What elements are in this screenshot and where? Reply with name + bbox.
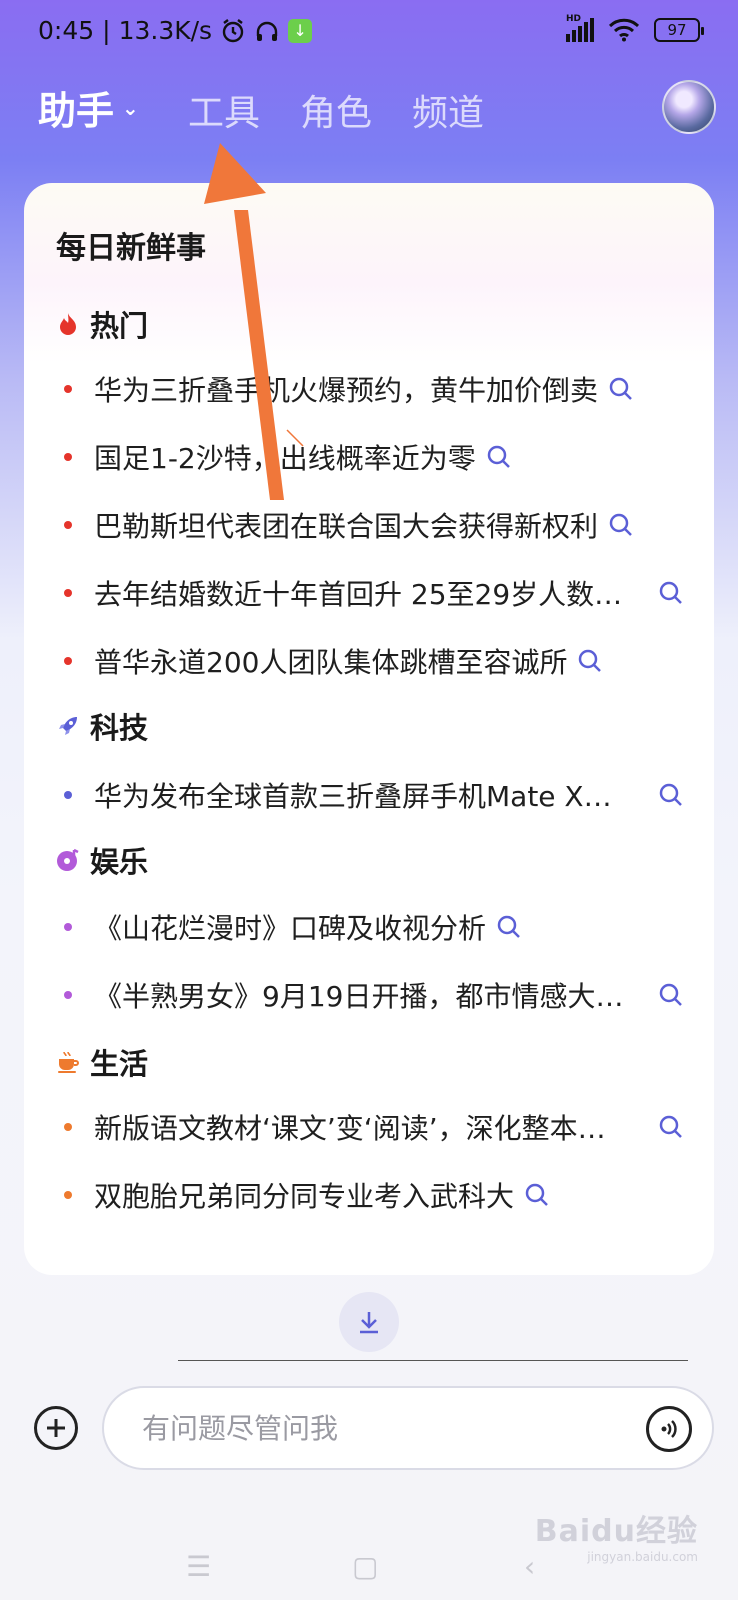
news-item[interactable]: 去年结婚数近十年首回升 25至29岁人数… — [64, 573, 684, 613]
news-item-text: 巴勒斯坦代表团在联合国大会获得新权利 — [94, 510, 599, 543]
section-hot-label: 热门 — [90, 309, 149, 343]
nav-assistant-dropdown[interactable]: 助手 ⌄ — [38, 80, 139, 135]
status-time: 0:45 — [38, 16, 95, 45]
bullet-dot — [64, 453, 72, 461]
voice-icon — [661, 1420, 677, 1438]
news-item[interactable]: 华为发布全球首款三折叠屏手机Mate X… — [64, 775, 684, 815]
daily-news-card: 每日新鲜事 热门 华为三折叠手机火爆预约，黄牛加价倒卖 国足1-2沙特，出线概率… — [24, 183, 714, 1275]
watermark-url: jingyan.baidu.com — [587, 1550, 698, 1564]
nav-assistant-label: 助手 — [38, 89, 115, 133]
tab-roles[interactable]: 角色 — [300, 84, 372, 136]
chevron-down-icon: ⌄ — [122, 95, 139, 120]
chat-input-box — [102, 1386, 714, 1470]
section-entertainment: 娱乐 — [56, 839, 148, 881]
bullet-dot — [64, 657, 72, 665]
bullet-dot — [64, 791, 72, 799]
status-speed: 13.3K/s — [118, 16, 213, 45]
baidu-watermark: Baidu经验 jingyan.baidu.com — [535, 1506, 698, 1564]
news-item-text: 普华永道200人团队集体跳槽至容诚所 — [94, 646, 568, 679]
music-disc-icon — [56, 848, 80, 872]
status-left: 0:45 | 13.3K/s ↓ — [38, 16, 313, 45]
news-item[interactable]: 普华永道200人团队集体跳槽至容诚所 — [64, 641, 684, 681]
search-icon[interactable] — [608, 512, 634, 538]
news-item[interactable]: 巴勒斯坦代表团在联合国大会获得新权利 — [64, 505, 684, 545]
menu-icon[interactable]: ☰ — [186, 1550, 211, 1583]
battery-icon: 97 — [654, 18, 704, 42]
news-item[interactable]: 《山花烂漫时》口碑及收视分析 — [64, 907, 684, 947]
section-hot: 热门 — [56, 303, 148, 345]
search-icon[interactable] — [658, 982, 684, 1008]
tab-channels[interactable]: 频道 — [412, 84, 484, 136]
signal-icon: HD — [566, 14, 594, 42]
bullet-dot — [64, 385, 72, 393]
search-icon[interactable] — [486, 444, 512, 470]
section-life-label: 生活 — [90, 1047, 149, 1081]
scroll-down-button[interactable] — [339, 1292, 399, 1352]
avatar[interactable] — [662, 80, 716, 134]
fire-icon — [56, 312, 80, 336]
bullet-dot — [64, 521, 72, 529]
download-arrow-icon — [360, 1312, 378, 1334]
search-icon[interactable] — [496, 914, 522, 940]
news-item[interactable]: 国足1-2沙特，出线概率近为零 — [64, 437, 684, 477]
news-item-text: 去年结婚数近十年首回升 25至29岁人数… — [94, 578, 623, 611]
status-bar: 0:45 | 13.3K/s ↓ HD 97 — [0, 0, 738, 66]
divider — [178, 1360, 688, 1361]
search-icon[interactable] — [577, 648, 603, 674]
search-icon[interactable] — [658, 1114, 684, 1140]
home-icon[interactable]: ▢ — [352, 1550, 378, 1583]
status-right: HD 97 — [566, 14, 704, 42]
news-item[interactable]: 新版语文教材‘课文’变‘阅读’，深化整本… — [64, 1107, 684, 1147]
wifi-icon — [608, 18, 640, 42]
bullet-dot — [64, 589, 72, 597]
card-title: 每日新鲜事 — [56, 231, 206, 266]
battery-level: 97 — [667, 21, 687, 39]
rocket-icon — [56, 714, 80, 738]
top-nav: 助手 ⌄ 工具 角色 频道 — [0, 76, 738, 140]
news-item-text: 国足1-2沙特，出线概率近为零 — [94, 442, 476, 475]
watermark-text: Baidu经验 — [534, 1514, 698, 1549]
section-life: 生活 — [56, 1041, 148, 1083]
search-icon[interactable] — [524, 1182, 550, 1208]
coffee-cup-icon — [56, 1050, 80, 1074]
bullet-dot — [64, 991, 72, 999]
search-icon[interactable] — [658, 782, 684, 808]
section-tech-label: 科技 — [90, 711, 149, 745]
download-badge-icon: ↓ — [288, 18, 313, 43]
section-tech: 科技 — [56, 705, 148, 747]
news-item-text: 华为发布全球首款三折叠屏手机Mate X… — [94, 780, 612, 813]
chat-input[interactable] — [142, 1411, 612, 1445]
voice-button[interactable] — [646, 1406, 692, 1452]
bullet-dot — [64, 923, 72, 931]
hd-label: HD — [566, 14, 582, 24]
search-icon[interactable] — [658, 580, 684, 606]
news-item[interactable]: 华为三折叠手机火爆预约，黄牛加价倒卖 — [64, 369, 684, 409]
tab-tools[interactable]: 工具 — [188, 84, 260, 136]
bullet-dot — [64, 1191, 72, 1199]
news-item-text: 华为三折叠手机火爆预约，黄牛加价倒卖 — [94, 374, 599, 407]
news-item-text: 双胞胎兄弟同分同专业考入武科大 — [94, 1180, 515, 1213]
alarm-icon — [222, 18, 244, 42]
search-icon[interactable] — [608, 376, 634, 402]
back-icon[interactable]: ‹ — [524, 1550, 535, 1583]
news-item[interactable]: 双胞胎兄弟同分同专业考入武科大 — [64, 1175, 684, 1215]
add-button[interactable] — [34, 1406, 78, 1450]
section-entertainment-label: 娱乐 — [90, 845, 149, 879]
news-item-text: 《山花烂漫时》口碑及收视分析 — [94, 912, 487, 945]
plus-icon — [47, 1419, 65, 1437]
news-item[interactable]: 《半熟男女》9月19日开播，都市情感大… — [64, 975, 684, 1015]
news-item-text: 新版语文教材‘课文’变‘阅读’，深化整本… — [94, 1112, 606, 1145]
status-separator: | — [102, 16, 111, 45]
bullet-dot — [64, 1123, 72, 1131]
news-item-text: 《半熟男女》9月19日开播，都市情感大… — [94, 980, 624, 1013]
headphones-icon — [256, 21, 278, 41]
